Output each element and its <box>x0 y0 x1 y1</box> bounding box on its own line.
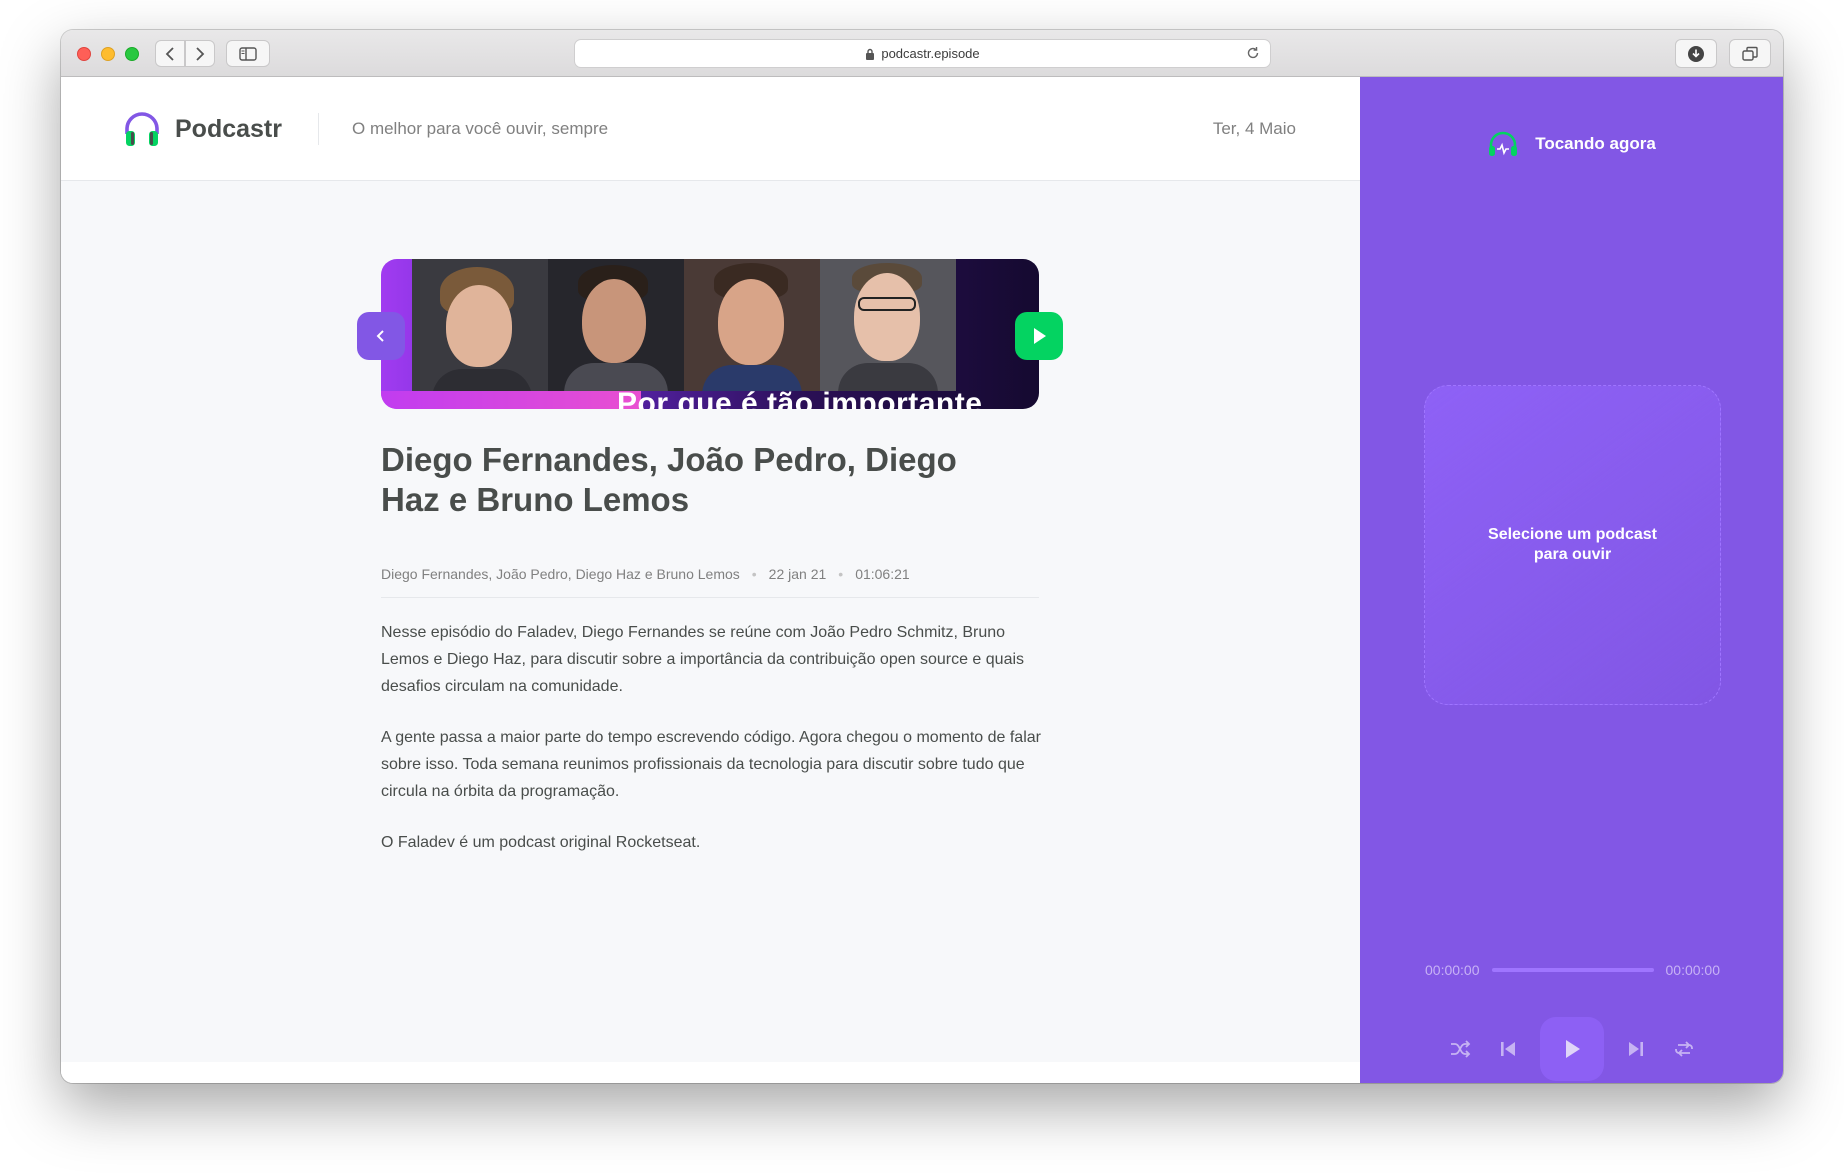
episode-title: Diego Fernandes, João Pedro, Diego Haz e… <box>381 441 957 518</box>
reload-icon[interactable] <box>1246 46 1260 63</box>
guest-photo-4 <box>820 259 956 391</box>
chevron-right-icon <box>196 46 205 61</box>
main-content: Podcastr O melhor para você ouvir, sempr… <box>61 77 1360 1083</box>
chevron-left-icon <box>165 46 174 61</box>
meta-separator: • <box>751 566 757 582</box>
repeat-icon <box>1674 1041 1693 1057</box>
chevron-left-icon <box>376 330 384 342</box>
downloads-button[interactable] <box>1675 39 1717 68</box>
episode-members: Diego Fernandes, João Pedro, Diego Haz e… <box>381 566 740 582</box>
meta-separator: • <box>838 566 844 582</box>
empty-player-box: Selecione um podcast para ouvir <box>1424 385 1721 705</box>
skip-next-icon <box>1628 1042 1643 1056</box>
playing-now-icon <box>1489 131 1518 156</box>
close-window-button[interactable] <box>77 47 91 61</box>
episode-thumbnail-container: Por que é tão importante <box>357 259 1063 409</box>
thumbnail-gradient-strip <box>381 391 641 409</box>
episode-thumbnail: Por que é tão importante <box>381 259 1039 409</box>
header-divider <box>318 113 319 145</box>
back-button[interactable] <box>357 312 405 360</box>
shuffle-button[interactable] <box>1436 1025 1484 1073</box>
guest-photo-1 <box>412 259 548 391</box>
lock-icon <box>865 48 875 60</box>
shuffle-icon <box>1450 1040 1470 1058</box>
zoom-window-button[interactable] <box>125 47 139 61</box>
episode-duration: 01:06:21 <box>855 566 910 582</box>
episode-meta: Diego Fernandes, João Pedro, Diego Haz e… <box>381 566 1039 598</box>
player-header: Tocando agora <box>1360 130 1783 158</box>
next-button[interactable] <box>1612 1025 1660 1073</box>
total-time: 00:00:00 <box>1665 962 1721 978</box>
play-icon <box>1034 328 1046 344</box>
logo-text: Podcastr <box>175 114 282 143</box>
play-button[interactable] <box>1539 1017 1604 1081</box>
headphones-logo-icon <box>125 112 159 146</box>
progress-slider[interactable] <box>1491 968 1654 972</box>
guest-photo-2 <box>548 259 684 391</box>
play-icon <box>1565 1040 1580 1058</box>
tabs-icon <box>1742 46 1758 61</box>
repeat-button[interactable] <box>1660 1025 1708 1073</box>
page-footer-area <box>61 1062 1360 1083</box>
sidebar-toggle-button[interactable] <box>226 40 270 67</box>
description-paragraph: A gente passa a maior parte do tempo esc… <box>381 729 1041 800</box>
browser-window: podcastr.episode Podcastr O melhor para … <box>61 30 1783 1083</box>
current-time: 00:00:00 <box>1425 962 1480 978</box>
description-paragraph: O Faladev é um podcast original Rocketse… <box>381 834 701 851</box>
thumbnail-caption: Por que é tão importante <box>617 387 983 409</box>
app-header: Podcastr O melhor para você ouvir, sempr… <box>61 77 1360 181</box>
browser-toolbar: podcastr.episode <box>61 30 1783 77</box>
play-episode-button[interactable] <box>1015 312 1063 360</box>
logo[interactable]: Podcastr <box>123 110 282 148</box>
player-panel: Tocando agora Selecione um podcast para … <box>1360 77 1783 1083</box>
progress-bar: 00:00:00 00:00:00 <box>1425 962 1720 978</box>
current-date: Ter, 4 Maio <box>1212 119 1296 138</box>
empty-player-message: Selecione um podcast para ouvir <box>1488 526 1657 563</box>
description-paragraph: Nesse episódio do Faladev, Diego Fernand… <box>381 624 1025 695</box>
player-controls <box>1360 1017 1783 1081</box>
download-icon <box>1688 45 1704 62</box>
tab-overview-button[interactable] <box>1729 39 1771 68</box>
url-text: podcastr.episode <box>881 46 980 61</box>
browser-forward-button[interactable] <box>185 40 215 67</box>
address-bar[interactable]: podcastr.episode <box>574 39 1271 68</box>
browser-back-button[interactable] <box>155 40 185 67</box>
previous-button[interactable] <box>1484 1025 1532 1073</box>
player-title: Tocando agora <box>1535 134 1656 153</box>
guest-photo-3 <box>684 259 820 391</box>
skip-previous-icon <box>1500 1042 1515 1056</box>
tagline: O melhor para você ouvir, sempre <box>352 119 609 138</box>
minimize-window-button[interactable] <box>101 47 115 61</box>
sidebar-icon <box>239 46 257 61</box>
episode-description: Nesse episódio do Faladev, Diego Fernand… <box>381 619 1043 880</box>
episode-date: 22 jan 21 <box>768 566 827 582</box>
